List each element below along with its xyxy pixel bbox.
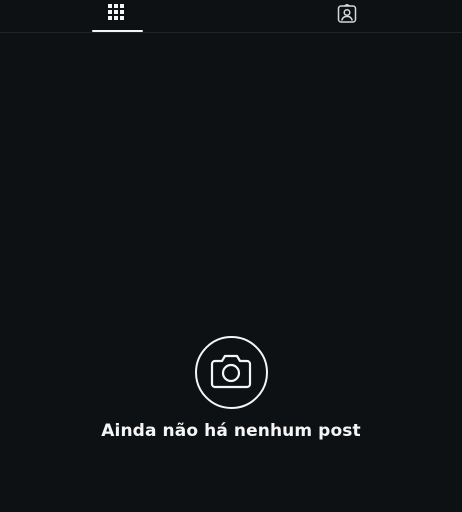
empty-posts-message: Ainda não há nenhum post — [101, 421, 361, 441]
camera-icon-ring — [194, 336, 268, 409]
profile-tab-bar — [0, 0, 462, 33]
grid-icon — [107, 0, 124, 22]
empty-posts-state: Ainda não há nenhum post — [0, 336, 462, 441]
tab-posts-grid[interactable] — [0, 0, 231, 33]
camera-icon — [210, 353, 252, 393]
active-tab-indicator — [92, 30, 143, 32]
tab-tagged[interactable] — [231, 0, 462, 33]
tagged-person-icon — [337, 0, 357, 24]
